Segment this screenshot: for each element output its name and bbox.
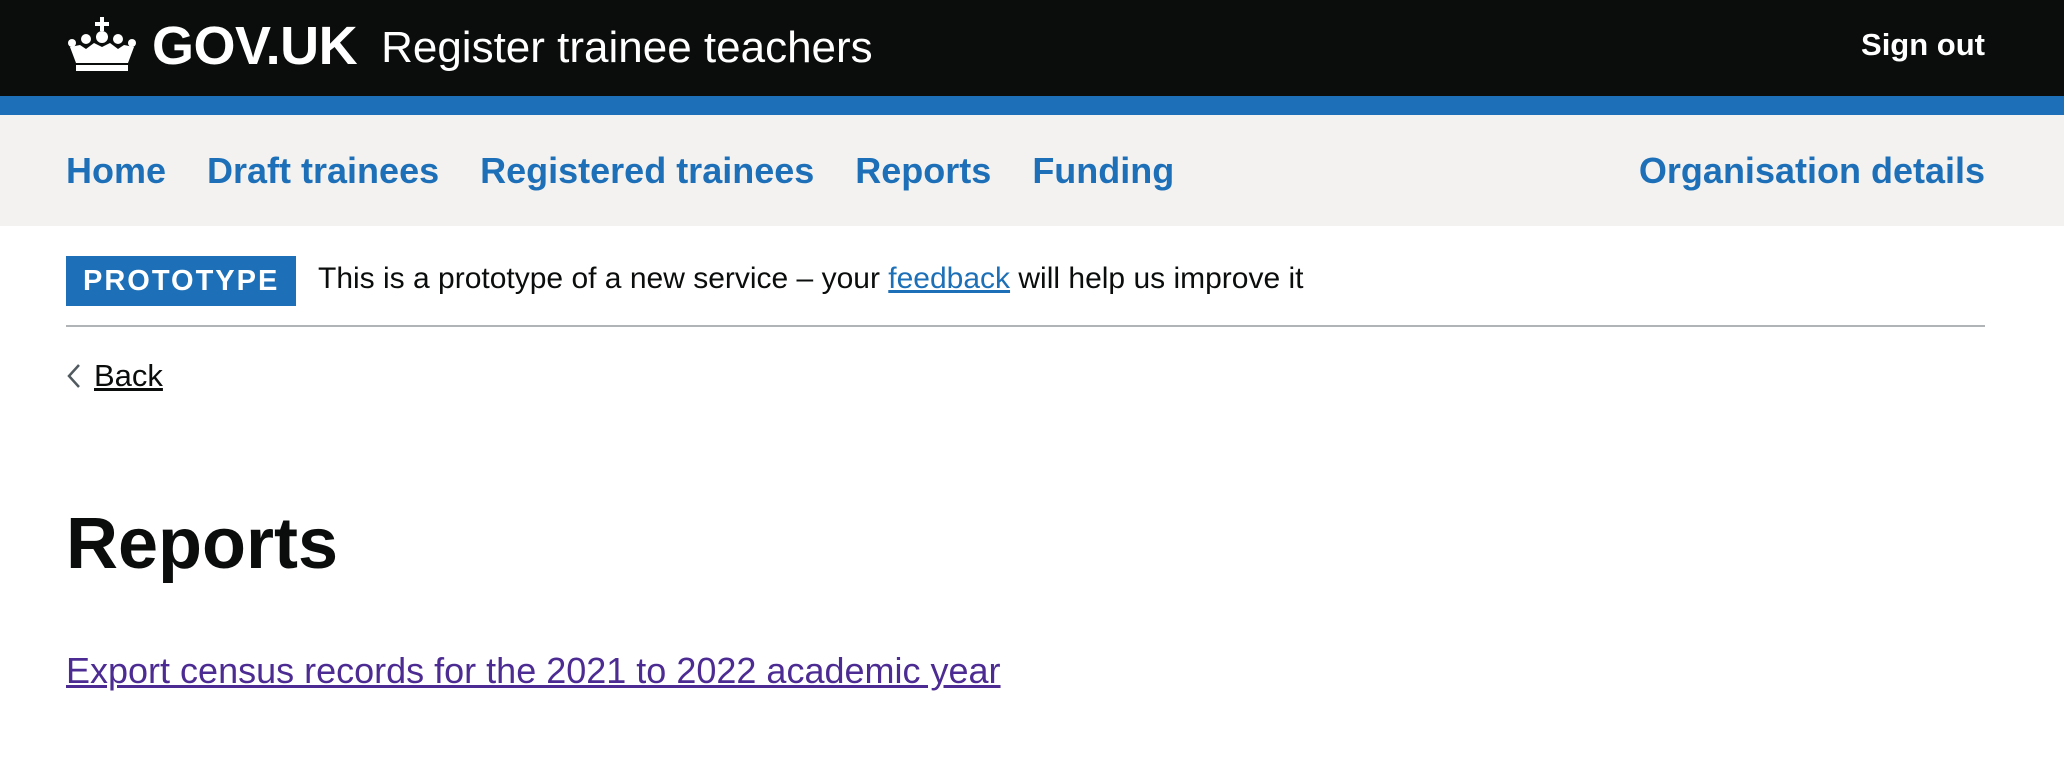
crown-icon: [68, 17, 136, 71]
phase-banner: PROTOTYPE This is a prototype of a new s…: [66, 226, 1985, 327]
header-container: GOV.UK Register trainee teachers Sign ou…: [66, 0, 1985, 96]
nav-item-funding[interactable]: Funding: [1032, 150, 1174, 192]
page-title: Reports: [66, 504, 339, 584]
nav-container: Home Draft trainees Registered trainees …: [66, 115, 1985, 226]
feedback-link[interactable]: feedback: [888, 262, 1010, 295]
brand-name: GOV.UK: [152, 16, 358, 76]
service-name[interactable]: Register trainee teachers: [381, 23, 873, 73]
primary-navigation: Home Draft trainees Registered trainees …: [0, 115, 2064, 226]
sign-out-link[interactable]: Sign out: [1861, 27, 1985, 63]
nav-item-home[interactable]: Home: [66, 150, 166, 192]
nav-item-draft-trainees[interactable]: Draft trainees: [207, 150, 439, 192]
header-accent-bar: [0, 96, 2064, 115]
phase-text-after: will help us improve it: [1018, 262, 1304, 295]
back-link[interactable]: Back: [66, 358, 163, 394]
phase-tag: PROTOTYPE: [66, 256, 297, 306]
chevron-left-icon: [67, 364, 80, 388]
nav-item-registered-trainees[interactable]: Registered trainees: [480, 150, 814, 192]
phase-banner-text: This is a prototype of a new service – y…: [318, 262, 1304, 296]
nav-item-organisation-details[interactable]: Organisation details: [1639, 150, 1985, 192]
site-header: GOV.UK Register trainee teachers Sign ou…: [0, 0, 2064, 96]
back-link-label: Back: [94, 358, 163, 393]
phase-text-before: This is a prototype of a new service – y…: [318, 262, 880, 295]
govuk-logo[interactable]: GOV.UK: [66, 16, 358, 77]
export-census-link[interactable]: Export census records for the 2021 to 20…: [66, 650, 1001, 692]
nav-item-reports[interactable]: Reports: [855, 150, 991, 192]
